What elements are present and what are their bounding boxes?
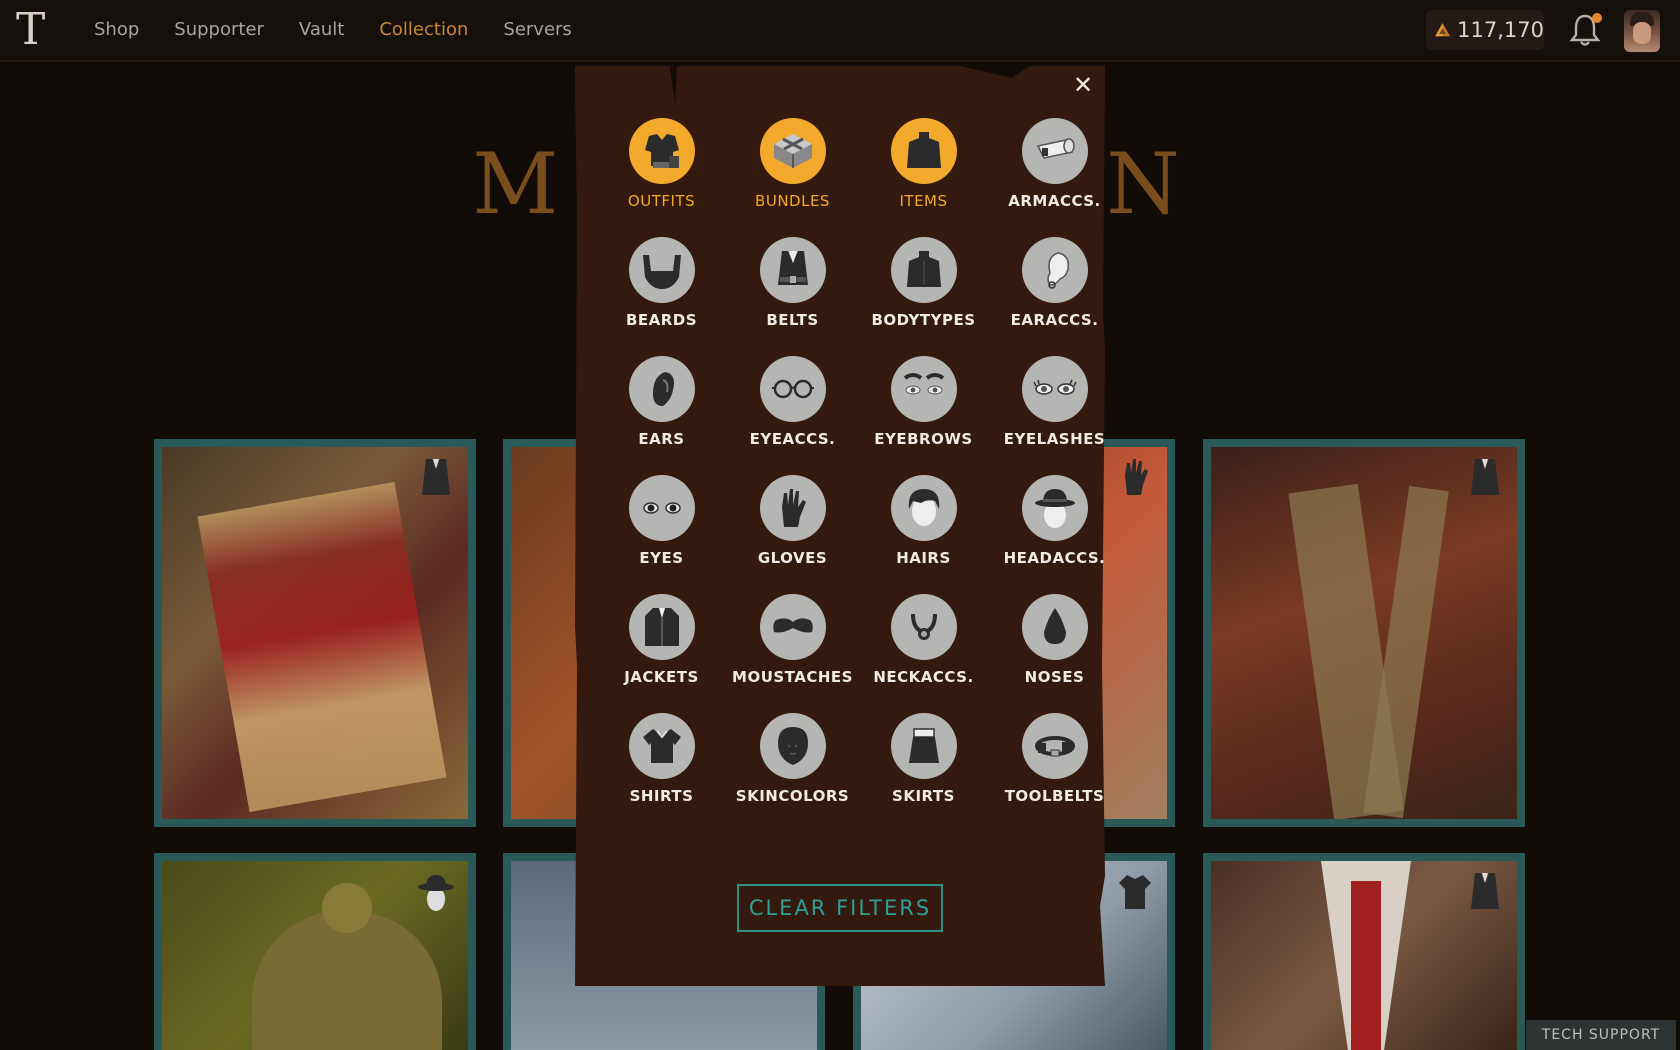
tech-support-button[interactable]: TECH SUPPORT [1526, 1020, 1676, 1050]
pyramid-coin-icon [1435, 23, 1451, 37]
vest-icon [422, 459, 450, 495]
clear-filters-button[interactable]: CLEAR FILTERS [737, 884, 943, 932]
moustache-icon [772, 618, 813, 633]
avatar[interactable] [1624, 10, 1660, 52]
filter-noses[interactable]: NOSES [989, 594, 1120, 713]
hair-icon [908, 489, 939, 526]
nose-icon [1043, 608, 1066, 644]
filter-eyebrows[interactable]: EYEBROWS [858, 356, 989, 475]
necklace-icon [910, 613, 937, 640]
filter-neckaccs[interactable]: NECKACCS. [858, 594, 989, 713]
collection-card[interactable] [154, 439, 476, 827]
bodytype-icon [906, 251, 941, 287]
filter-moustaches[interactable]: MOUSTACHES [727, 594, 858, 713]
nav-item-servers[interactable]: Servers [503, 18, 571, 42]
eyebrow-icon [903, 373, 944, 395]
collection-card[interactable] [1203, 439, 1525, 827]
eye-icon [642, 502, 681, 514]
beard-icon [642, 255, 681, 289]
filter-earaccs[interactable]: EARACCS. [989, 237, 1120, 356]
outfit-icon [644, 134, 679, 168]
skin-color-icon [777, 727, 808, 765]
top-navigation-bar: T Shop Supporter Vault Collection Server… [0, 0, 1680, 62]
shirt-icon [1119, 875, 1151, 909]
site-logo[interactable]: T [16, 8, 45, 52]
nav-item-supporter[interactable]: Supporter [174, 18, 264, 42]
close-button[interactable]: ✕ [1070, 72, 1096, 98]
ear-icon [652, 372, 674, 406]
hat-icon [1034, 489, 1075, 528]
category-grid: OUTFITS BUNDLES ITEMS ARMACCS. BEARDS BE… [596, 118, 1128, 832]
glasses-icon [771, 379, 814, 399]
jacket-icon [644, 608, 679, 646]
filter-eyeaccs[interactable]: EYEACCS. [727, 356, 858, 475]
bundle-icon [773, 134, 812, 168]
filter-hairs[interactable]: HAIRS [858, 475, 989, 594]
filter-outfits[interactable]: OUTFITS [596, 118, 727, 237]
skirt-icon [908, 728, 939, 763]
filter-gloves[interactable]: GLOVES [727, 475, 858, 594]
filter-bundles[interactable]: BUNDLES [727, 118, 858, 237]
vest-icon [1471, 873, 1499, 909]
filter-eyelashes[interactable]: EYELASHES [989, 356, 1120, 475]
vest-icon [1471, 459, 1499, 495]
notification-dot [1592, 13, 1602, 23]
eyelash-icon [1032, 379, 1077, 395]
hat-icon [418, 875, 454, 911]
ear-accessory-icon [1046, 252, 1069, 289]
shirt-icon [642, 729, 681, 763]
toolbelt-icon [1034, 736, 1075, 757]
main-nav: Shop Supporter Vault Collection Servers [94, 18, 607, 42]
filter-bodytypes[interactable]: BODYTYPES [858, 237, 989, 356]
filter-beards[interactable]: BEARDS [596, 237, 727, 356]
nav-item-shop[interactable]: Shop [94, 18, 139, 42]
nav-item-collection[interactable]: Collection [379, 18, 468, 42]
filter-jackets[interactable]: JACKETS [596, 594, 727, 713]
filter-belts[interactable]: BELTS [727, 237, 858, 356]
glove-icon [781, 489, 806, 527]
filter-toolbelts[interactable]: TOOLBELTS [989, 713, 1120, 832]
filter-shirts[interactable]: SHIRTS [596, 713, 727, 832]
currency-value: 117,170 [1457, 18, 1544, 42]
filter-headaccs[interactable]: HEADACCS. [989, 475, 1120, 594]
item-icon [906, 132, 941, 168]
belt-icon [777, 251, 808, 285]
currency-balance[interactable]: 117,170 [1426, 10, 1544, 50]
collection-card[interactable] [154, 853, 476, 1050]
arm-accessory-icon [1036, 138, 1075, 159]
filter-eyes[interactable]: EYES [596, 475, 727, 594]
collection-card[interactable] [1203, 853, 1525, 1050]
filter-ears[interactable]: EARS [596, 356, 727, 475]
filter-skirts[interactable]: SKIRTS [858, 713, 989, 832]
filter-skincolors[interactable]: SKINCOLORS [727, 713, 858, 832]
filter-items[interactable]: ITEMS [858, 118, 989, 237]
nav-item-vault[interactable]: Vault [299, 18, 344, 42]
filter-armaccs[interactable]: ARMACCS. [989, 118, 1120, 237]
